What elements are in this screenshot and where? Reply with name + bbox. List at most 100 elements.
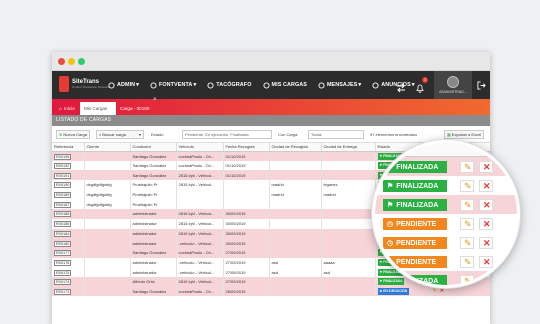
table-row[interactable]: R00173 Santiago González cocheaPrado - Ctr… bbox=[52, 286, 490, 297]
tab-inicio[interactable]: ⌂ Inicio bbox=[55, 102, 79, 115]
lens-status-badge: ◷ PENDIENTE bbox=[383, 218, 447, 230]
lens-edit-button[interactable]: ✎ bbox=[460, 180, 474, 192]
cell-ref[interactable]: R00187 bbox=[52, 199, 85, 210]
ref-link[interactable]: R00185 bbox=[54, 221, 72, 228]
status-badge: ⚙ EN EJECUCIÓN bbox=[377, 287, 410, 295]
ref-link[interactable]: R00180 bbox=[54, 240, 72, 247]
lens-edit-button[interactable]: ✎ bbox=[460, 218, 474, 230]
lens-status-label: FINALIZADA bbox=[396, 182, 439, 190]
menu-item-messages[interactable]: MENSAJES ▾ bbox=[318, 81, 361, 89]
logout-icon[interactable] bbox=[472, 71, 490, 99]
lens-edit-button[interactable]: ✎ bbox=[460, 161, 474, 173]
search-cargo-select[interactable]: ⌕ Buscar carga ▾ bbox=[96, 130, 144, 139]
cell-ref[interactable]: R00175 bbox=[52, 267, 85, 277]
close-dot-icon[interactable] bbox=[58, 58, 65, 65]
cell-ref[interactable]: R00190 bbox=[52, 180, 85, 190]
ref-link[interactable]: R00189 bbox=[54, 192, 72, 199]
cell-cliente bbox=[84, 247, 131, 258]
column-header[interactable]: Conductor bbox=[130, 143, 177, 152]
lens-delete-button[interactable]: ✕ bbox=[479, 199, 493, 211]
cell-ref[interactable]: R00186 bbox=[52, 209, 85, 219]
cell-ref[interactable]: R00174 bbox=[52, 276, 85, 287]
column-header[interactable]: Fecha Recogida bbox=[223, 143, 270, 152]
ref-link[interactable]: R00177 bbox=[54, 250, 72, 257]
cell-recogida bbox=[269, 209, 322, 219]
menu-item-cargo[interactable]: MIS CARGAS bbox=[262, 81, 307, 89]
lens-delete-button[interactable]: ✕ bbox=[479, 180, 493, 192]
ref-link[interactable]: R00187 bbox=[54, 201, 72, 208]
cell-fecha: 27/09/2019 bbox=[223, 267, 270, 277]
ref-link[interactable]: R00191 bbox=[54, 172, 72, 179]
column-header[interactable]: Referencia bbox=[52, 143, 85, 152]
export-excel-button[interactable]: ▦ Exportar a Excel bbox=[444, 130, 485, 139]
ref-link[interactable]: R00184 bbox=[54, 230, 72, 237]
app-logo[interactable]: SiteTrans Control Transporte Terrestre bbox=[59, 76, 109, 92]
tab-mis-cargas[interactable]: Mis Cargas bbox=[80, 102, 116, 115]
ref-link[interactable]: R00186 bbox=[54, 211, 72, 218]
cell-ref[interactable]: R00176 bbox=[52, 257, 85, 268]
lens-edit-button[interactable]: ✎ bbox=[460, 256, 474, 268]
cell-cliente bbox=[84, 218, 131, 229]
ref-link[interactable]: R00192 bbox=[54, 163, 72, 170]
cell-recogida bbox=[269, 247, 322, 258]
cell-vehiculo bbox=[176, 199, 224, 210]
con-carga-label: Con Carga bbox=[278, 132, 298, 137]
menu-label: MENSAJES bbox=[326, 82, 358, 88]
lens-delete-button[interactable]: ✕ bbox=[479, 218, 493, 230]
magnifier-lens: ⚑ FINALIZADA ✎ ✕ ⚑ FINALIZADA ✎ ✕ ⚑ FINALIZADA ✎ ✕ ◷… bbox=[372, 140, 520, 288]
cell-vehiculo: -vehiculo - Vehicul... bbox=[176, 257, 224, 268]
delete-x-icon: ✕ bbox=[483, 162, 491, 172]
menu-item-tachograph[interactable]: TACÓGRAFO bbox=[207, 81, 251, 89]
cell-conductor: administrador bbox=[130, 238, 177, 248]
cell-ref[interactable]: R00189 bbox=[52, 189, 85, 200]
cell-ref[interactable]: R00184 bbox=[52, 228, 85, 239]
user-menu[interactable]: ADMINISTRAD... bbox=[434, 71, 472, 99]
lens-edit-button[interactable]: ✎ bbox=[460, 237, 474, 249]
lens-delete-button[interactable]: ✕ bbox=[479, 161, 493, 173]
tab-bar: ⌂ Inicio Mis Cargas Carga - 00190 × bbox=[52, 97, 490, 115]
lens-row: ⚑ FINALIZADA ✎ ✕ bbox=[375, 157, 517, 176]
tab-carga-00190[interactable]: Carga - 00190 bbox=[116, 102, 156, 115]
ref-link[interactable]: R00190 bbox=[54, 182, 72, 189]
menu-item-fontventa[interactable]: FONTVENTA ▾ bbox=[150, 81, 196, 89]
new-cargo-button[interactable]: ⊕ Nueva Carga bbox=[56, 130, 90, 139]
minimize-dot-icon[interactable] bbox=[68, 58, 75, 65]
menu-item-admin[interactable]: ADMIN ▾ bbox=[108, 81, 139, 89]
tab-close-icon[interactable]: × bbox=[153, 97, 159, 103]
column-header[interactable]: Ciudad de Entrega bbox=[321, 143, 376, 152]
cell-recogida bbox=[269, 151, 322, 161]
ref-link[interactable]: R00175 bbox=[54, 269, 72, 276]
ref-link[interactable]: R00173 bbox=[54, 288, 72, 295]
cell-fecha bbox=[223, 189, 270, 200]
bell-icon[interactable]: 3 bbox=[415, 77, 428, 93]
lens-row: ⚑ FINALIZADA ✎ ✕ bbox=[375, 195, 517, 214]
cell-cliente bbox=[84, 286, 131, 297]
cell-ref[interactable]: R00185 bbox=[52, 218, 85, 229]
column-header[interactable]: Vehículo bbox=[176, 143, 224, 152]
estado-select[interactable]: Pendiente, En ejecución, Finalizada bbox=[182, 130, 272, 139]
search-icon: ⌕ bbox=[99, 132, 102, 137]
column-header[interactable]: Cliente bbox=[84, 143, 131, 152]
lens-edit-button[interactable]: ✎ bbox=[460, 199, 474, 211]
ref-link[interactable]: R00174 bbox=[54, 279, 72, 286]
cell-conductor: Alfredo Ortiz bbox=[130, 276, 177, 287]
cell-ref[interactable]: R00195 bbox=[52, 151, 85, 161]
lens-delete-button[interactable]: ✕ bbox=[479, 237, 493, 249]
cell-ref[interactable]: R00180 bbox=[52, 238, 85, 248]
tab-label: Mis Cargas bbox=[84, 106, 108, 111]
delete-x-icon[interactable]: ✕ bbox=[440, 288, 444, 294]
cell-ref[interactable]: R00192 bbox=[52, 160, 85, 171]
cell-ref[interactable]: R00177 bbox=[52, 247, 85, 258]
cell-ref[interactable]: R00191 bbox=[52, 170, 85, 181]
cell-conductor: Santiago González bbox=[130, 247, 177, 258]
ref-link[interactable]: R00176 bbox=[54, 259, 72, 266]
swap-icon[interactable] bbox=[396, 80, 406, 93]
con-carga-select[interactable]: Todas bbox=[308, 130, 364, 139]
fontventa-icon bbox=[150, 81, 157, 89]
maximize-dot-icon[interactable] bbox=[78, 58, 85, 65]
ref-link[interactable]: R00195 bbox=[54, 153, 72, 160]
cell-ref[interactable]: R00173 bbox=[52, 286, 85, 297]
column-header[interactable]: Ciudad de Recogida bbox=[269, 143, 322, 152]
lens-delete-button[interactable]: ✕ bbox=[479, 256, 493, 268]
edit-pencil-icon[interactable]: ✎ bbox=[433, 288, 437, 294]
